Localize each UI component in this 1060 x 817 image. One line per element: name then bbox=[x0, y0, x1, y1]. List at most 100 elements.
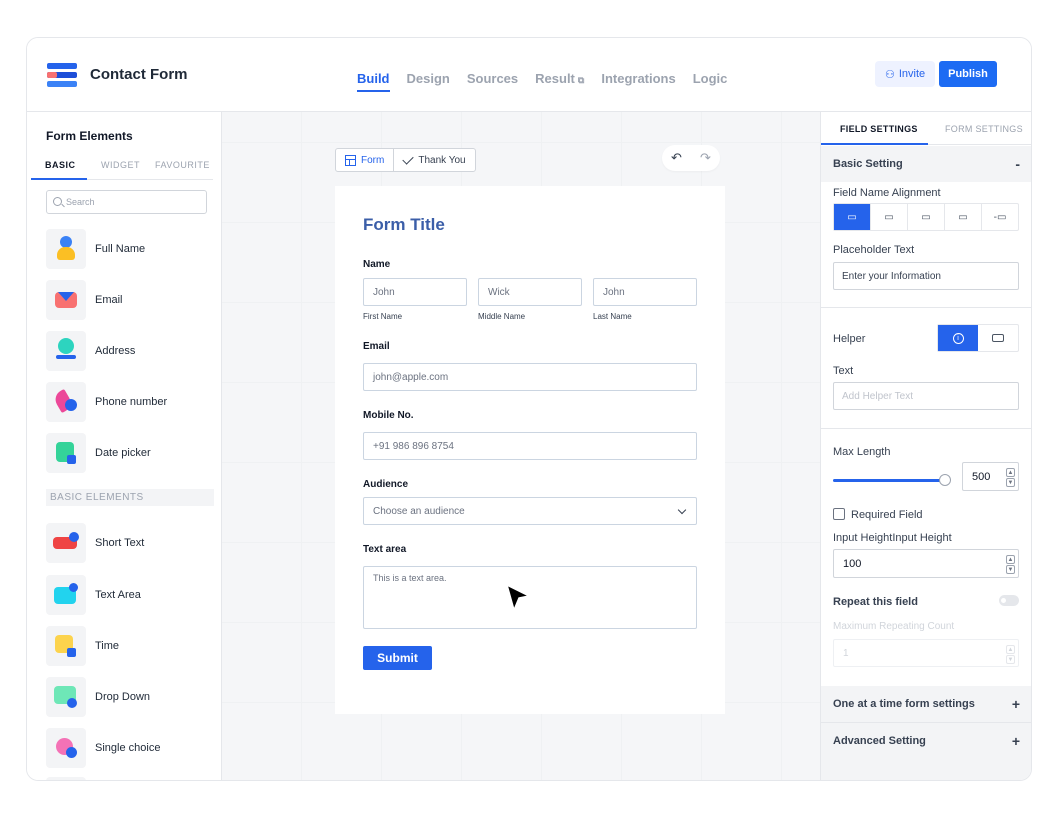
align-inline-icon[interactable]: ▭ bbox=[945, 204, 982, 230]
align-bottom-icon[interactable]: ▭ bbox=[908, 204, 945, 230]
align-hidden-icon[interactable]: -▭ bbox=[982, 204, 1018, 230]
element-time[interactable]: Time bbox=[46, 626, 119, 666]
audience-label: Audience bbox=[363, 479, 409, 490]
settings-tabs: FIELD SETTINGS FORM SETTINGS bbox=[821, 112, 1031, 145]
tab-form-settings[interactable]: FORM SETTINGS bbox=[945, 124, 1023, 134]
thank-you-view-button[interactable]: Thank You bbox=[394, 149, 474, 171]
submit-button[interactable]: Submit bbox=[363, 646, 432, 670]
active-tab-indicator bbox=[31, 178, 87, 180]
form-view-button[interactable]: Form bbox=[336, 149, 395, 171]
max-repeating-input: 1 ▲ ▼ bbox=[833, 639, 1019, 667]
slider-thumb[interactable] bbox=[939, 474, 951, 486]
element-phone-number[interactable]: Phone number bbox=[46, 382, 167, 422]
clock-icon bbox=[46, 626, 86, 666]
textarea-label: Text area bbox=[363, 544, 407, 555]
increment-icon[interactable]: ▲ bbox=[1006, 555, 1015, 564]
invite-label: Invite bbox=[898, 68, 926, 80]
expand-icon: + bbox=[1011, 733, 1020, 749]
align-top-icon[interactable]: ▭ bbox=[834, 204, 871, 230]
last-name-caption: Last Name bbox=[593, 312, 632, 321]
section-header: BASIC ELEMENTS bbox=[46, 489, 214, 506]
email-input[interactable]: john@apple.com bbox=[363, 363, 697, 391]
divider bbox=[821, 428, 1031, 429]
tab-field-settings[interactable]: FIELD SETTINGS bbox=[840, 124, 918, 134]
tab-widget[interactable]: WIDGET bbox=[101, 160, 140, 170]
helper-info-option[interactable]: i bbox=[938, 325, 978, 351]
tab-design[interactable]: Design bbox=[407, 71, 450, 92]
helper-toggle: i bbox=[937, 324, 1019, 352]
check-icon bbox=[402, 152, 415, 165]
form-layout-icon bbox=[345, 154, 356, 166]
envelope-icon bbox=[46, 280, 86, 320]
person-icon bbox=[46, 229, 86, 269]
element-short-text[interactable]: Short Text bbox=[46, 523, 144, 563]
phone-icon bbox=[46, 382, 86, 422]
input-height-input[interactable]: 100 ▲ ▼ bbox=[833, 549, 1019, 578]
helper-text-input[interactable]: Add Helper Text bbox=[833, 382, 1019, 410]
mouse-cursor-icon bbox=[505, 583, 531, 613]
tab-build[interactable]: Build bbox=[357, 71, 390, 92]
tab-logic[interactable]: Logic bbox=[693, 71, 728, 92]
form-canvas: Form Thank You ↶ ↷ Form Title Name John … bbox=[222, 112, 820, 780]
form-thankyou-switch: Form Thank You bbox=[335, 148, 476, 172]
element-full-name[interactable]: Full Name bbox=[46, 229, 145, 269]
helper-tooltip-option[interactable] bbox=[978, 325, 1018, 351]
tab-result[interactable]: Result ⧉ bbox=[535, 71, 584, 92]
basic-setting-header[interactable]: Basic Setting - bbox=[821, 146, 1031, 182]
element-email[interactable]: Email bbox=[46, 280, 123, 320]
element-drop-down[interactable]: Drop Down bbox=[46, 677, 150, 717]
placeholder-text-input[interactable]: Enter your Information bbox=[833, 262, 1019, 290]
app-window: Contact Form Build Design Sources Result… bbox=[26, 37, 1032, 781]
advanced-setting-header[interactable]: Advanced Setting + bbox=[821, 723, 1031, 759]
increment-icon: ▲ bbox=[1006, 645, 1015, 654]
text-label: Text bbox=[833, 365, 854, 377]
increment-icon[interactable]: ▲ bbox=[1006, 468, 1015, 477]
element-text-area[interactable]: Text Area bbox=[46, 575, 141, 615]
placeholder-text-label: Placeholder Text bbox=[833, 244, 915, 256]
text-area-icon bbox=[46, 575, 86, 615]
first-name-input[interactable]: John bbox=[363, 278, 467, 306]
panel-title: Form Elements bbox=[46, 129, 133, 143]
undo-icon[interactable]: ↶ bbox=[671, 150, 682, 166]
undo-redo-group: ↶ ↷ bbox=[662, 145, 720, 171]
active-tab-indicator bbox=[821, 143, 928, 145]
short-text-icon bbox=[46, 523, 86, 563]
redo-icon[interactable]: ↷ bbox=[700, 150, 711, 166]
form-title[interactable]: Form Title bbox=[363, 215, 445, 235]
main-tabs: Build Design Sources Result ⧉ Integration… bbox=[357, 71, 727, 92]
last-name-input[interactable]: John bbox=[593, 278, 697, 306]
middle-name-input[interactable]: Wick bbox=[478, 278, 582, 306]
panel-footer bbox=[821, 758, 1031, 780]
mobile-label: Mobile No. bbox=[363, 410, 414, 421]
decrement-icon[interactable]: ▼ bbox=[1006, 565, 1015, 574]
app-title: Contact Form bbox=[90, 66, 188, 83]
middle-name-caption: Middle Name bbox=[478, 312, 526, 321]
tab-favourite[interactable]: FAVOURITE bbox=[155, 160, 210, 170]
tab-integrations[interactable]: Integrations bbox=[601, 71, 675, 92]
align-left-icon[interactable]: ▭ bbox=[871, 204, 908, 230]
first-name-caption: First Name bbox=[363, 312, 403, 321]
tab-basic[interactable]: BASIC bbox=[45, 160, 76, 170]
tab-sources[interactable]: Sources bbox=[467, 71, 518, 92]
element-single-choice[interactable]: Single choice bbox=[46, 728, 160, 768]
next-element-icon bbox=[46, 777, 86, 780]
element-address[interactable]: Address bbox=[46, 331, 135, 371]
audience-select[interactable]: Choose an audience bbox=[363, 497, 697, 525]
add-user-icon: ⚇ bbox=[885, 68, 895, 81]
one-at-a-time-header[interactable]: One at a time form settings + bbox=[821, 686, 1031, 722]
max-length-slider[interactable] bbox=[833, 479, 945, 482]
repeat-field-toggle[interactable] bbox=[999, 595, 1019, 606]
max-length-input[interactable]: 500 ▲ ▼ bbox=[962, 462, 1019, 491]
invite-button[interactable]: ⚇ Invite bbox=[875, 61, 936, 87]
dropdown-icon bbox=[46, 677, 86, 717]
form-elements-panel: Form Elements BASIC WIDGET FAVOURITE Sea… bbox=[27, 112, 222, 780]
logo-icon bbox=[47, 63, 77, 87]
publish-button[interactable]: Publish bbox=[939, 61, 997, 87]
search-input[interactable]: Search bbox=[46, 190, 207, 214]
mobile-input[interactable]: +91 986 896 8754 bbox=[363, 432, 697, 460]
search-icon bbox=[53, 197, 62, 206]
element-date-picker[interactable]: Date picker bbox=[46, 433, 151, 473]
required-field-checkbox[interactable] bbox=[833, 508, 845, 520]
info-icon: i bbox=[952, 332, 964, 344]
decrement-icon[interactable]: ▼ bbox=[1006, 478, 1015, 487]
